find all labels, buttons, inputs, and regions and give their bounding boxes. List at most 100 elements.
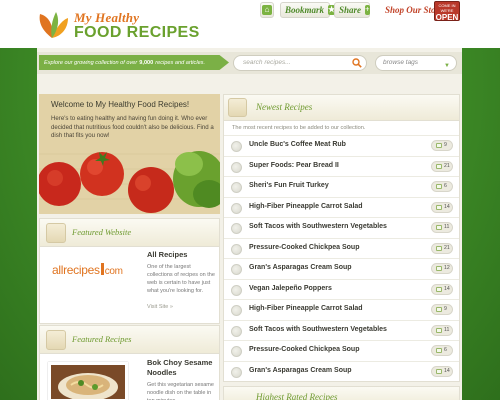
recipe-name-link[interactable]: High-Fiber Pineapple Carrot Salad [249, 305, 363, 312]
recipe-bullet-icon [231, 284, 242, 296]
clock-icon [228, 98, 247, 117]
comment-icon [436, 368, 442, 374]
tagline-count: 9,000 [139, 59, 154, 66]
allrecipes-logo[interactable]: allrecipes com [52, 263, 123, 277]
recipe-row[interactable]: Gran's Asparagas Cream Soup 14 [224, 360, 459, 382]
recipe-name-link[interactable]: Gran's Asparagas Cream Soup [249, 367, 352, 374]
comment-count-badge[interactable]: 11 [431, 324, 453, 336]
comment-icon [436, 307, 442, 312]
recipe-row[interactable]: Pressure-Cooked Chickpea Soup 6 [224, 340, 459, 361]
leaf-logo-icon [39, 12, 68, 38]
highest-rated-header: Highest Rated Recipes [224, 387, 459, 400]
comment-count-badge[interactable]: 14 [431, 365, 453, 377]
comment-count-badge[interactable]: 21 [431, 160, 453, 172]
comment-icon [436, 204, 442, 210]
recipe-name-link[interactable]: High-Fiber Pineapple Carrot Salad [249, 203, 363, 210]
recipe-name-link[interactable]: Soft Tacos with Southwestern Vegetables [249, 326, 387, 333]
comment-count-badge[interactable]: 9 [431, 140, 453, 151]
featured-website-heading: Featured Website [72, 227, 132, 237]
open-sign-text: OPEN [435, 13, 459, 22]
comment-count-badge[interactable]: 11 [431, 222, 453, 233]
recipe-name-link[interactable]: Gran's Asparagas Cream Soup [249, 264, 352, 271]
featured-website-box: Featured Website allrecipes com All Recip… [39, 218, 220, 324]
comment-count: 21 [444, 244, 450, 251]
vegetables-image [39, 94, 220, 214]
logo-mark-icon [100, 263, 104, 275]
featured-recipes-box: Featured Recipes Bok Choy Sesame Noodles… [39, 325, 220, 400]
comment-icon [436, 286, 442, 292]
recipe-bullet-icon [231, 223, 242, 234]
recipe-name-link[interactable]: Vegan Jalepeño Poppers [249, 285, 332, 292]
comment-count: 11 [444, 326, 450, 333]
browse-tags-label: browse tags [383, 59, 419, 66]
site-logo[interactable]: My Healthy FOOD RECIPES [34, 6, 199, 42]
featured-recipe-description: Get this vegetarian sesame noodle dish o… [147, 382, 214, 400]
recipe-bullet-icon [231, 366, 242, 378]
comment-icon [436, 184, 442, 189]
featured-website-name[interactable]: All Recipes [147, 250, 187, 259]
recipe-row[interactable]: Soft Tacos with Southwestern Vegetables 1… [224, 217, 459, 238]
newest-recipes-subtitle: The most recent recipes to be added to o… [232, 125, 366, 131]
recipe-name-link[interactable]: Pressure-Cooked Chickpea Soup [249, 346, 359, 353]
comment-count: 9 [444, 142, 447, 148]
comment-count: 14 [444, 203, 450, 210]
recipe-row[interactable]: High-Fiber Pineapple Carrot Salad 14 [224, 196, 459, 218]
featured-recipes-header: Featured Recipes [40, 326, 219, 354]
welcome-text: Here's to eating healthy and having fun … [51, 115, 214, 140]
recipe-bullet-icon [231, 346, 242, 357]
comment-count: 11 [444, 224, 450, 230]
bookmark-button[interactable]: Bookmark ★ [280, 2, 336, 18]
recipe-bullet-icon [231, 305, 242, 316]
noodles-image [51, 365, 125, 399]
browse-tags-select[interactable]: browse tags ▼ [375, 55, 457, 71]
recipe-bullet-icon [231, 202, 242, 214]
recipe-row[interactable]: Uncle Buc's Coffee Meat Rub 9 [224, 135, 459, 156]
recipe-name-link[interactable]: Super Foods: Pear Bread II [249, 162, 339, 169]
highest-rated-heading: Highest Rated Recipes [256, 392, 338, 400]
welcome-title: Welcome to My Healthy Food Recipes! [51, 100, 190, 109]
recipe-name-link[interactable]: Pressure-Cooked Chickpea Soup [249, 244, 359, 251]
recipe-bullet-icon [231, 325, 242, 337]
recipe-row[interactable]: Sheri's Fun Fruit Turkey 6 [224, 176, 459, 197]
featured-recipe-name[interactable]: Bok Choy Sesame Noodles [147, 358, 219, 377]
comment-count-badge[interactable]: 6 [431, 181, 453, 192]
comment-icon [436, 348, 442, 353]
tagline-text-a: Explore our growing collection of over [44, 59, 138, 66]
comment-icon [436, 225, 442, 230]
bookmark-label: Bookmark [285, 5, 325, 15]
recipe-row[interactable]: High-Fiber Pineapple Carrot Salad 9 [224, 299, 459, 320]
comment-icon [436, 327, 442, 333]
comment-count-badge[interactable]: 6 [431, 345, 453, 356]
recipe-row[interactable]: Vegan Jalepeño Poppers 14 [224, 278, 459, 300]
home-button[interactable]: ⌂ [260, 2, 274, 18]
share-button[interactable]: Share + [334, 2, 370, 18]
recipe-bullet-icon [231, 264, 242, 275]
comment-count-badge[interactable]: 21 [431, 242, 453, 254]
comment-count-badge[interactable]: 14 [431, 201, 453, 213]
search-input[interactable]: search recipes... [233, 55, 367, 71]
recipe-name-link[interactable]: Uncle Buc's Coffee Meat Rub [249, 141, 346, 148]
logo-text-main: FOOD RECIPES [74, 24, 200, 41]
comment-count-badge[interactable]: 14 [431, 283, 453, 295]
allrecipes-logo-text: allrecipes [52, 263, 100, 277]
comment-count: 14 [444, 285, 450, 292]
allrecipes-logo-tld: com [104, 266, 123, 277]
home-icon: ⌂ [262, 5, 272, 15]
tagline-ribbon: Explore our growing collection of over 9… [39, 55, 229, 70]
visit-site-link[interactable]: Visit Site » [147, 304, 173, 310]
recipe-row[interactable]: Super Foods: Pear Bread II 21 [224, 155, 459, 177]
recipe-bullet-icon [231, 141, 242, 152]
recipe-name-link[interactable]: Soft Tacos with Southwestern Vegetables [249, 223, 387, 230]
comment-count: 6 [444, 183, 447, 189]
noodles-photo[interactable] [48, 362, 128, 400]
recipe-name-link[interactable]: Sheri's Fun Fruit Turkey [249, 182, 329, 189]
recipe-row[interactable]: Gran's Asparagas Cream Soup 12 [224, 258, 459, 279]
search-icon[interactable] [352, 58, 362, 68]
comment-count-badge[interactable]: 12 [431, 263, 453, 274]
comment-count: 14 [444, 367, 450, 374]
recipe-row[interactable]: Soft Tacos with Southwestern Vegetables 1… [224, 319, 459, 341]
open-sign-image[interactable]: COME IN WE'RE OPEN [434, 1, 460, 22]
recipe-row[interactable]: Pressure-Cooked Chickpea Soup 21 [224, 237, 459, 259]
comment-count: 6 [444, 347, 447, 353]
comment-count-badge[interactable]: 9 [431, 304, 453, 315]
